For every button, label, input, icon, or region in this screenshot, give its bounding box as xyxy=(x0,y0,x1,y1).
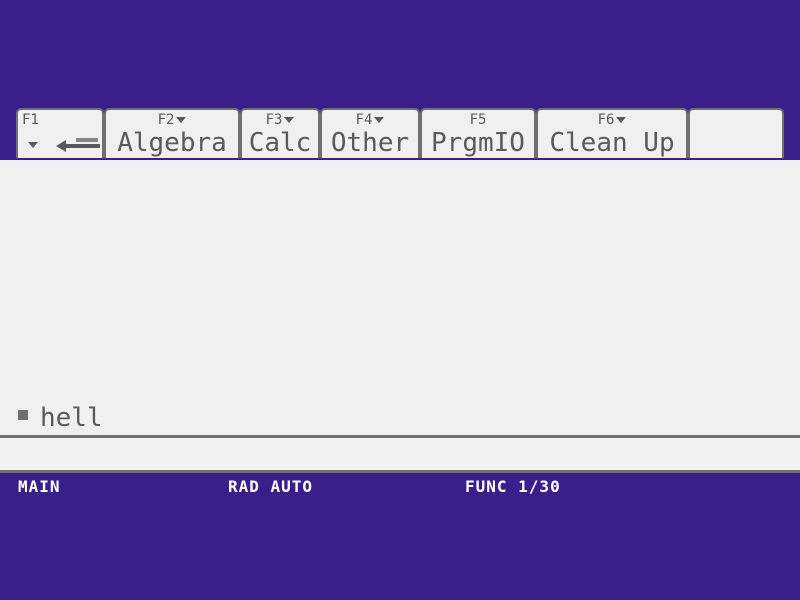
chevron-down-icon xyxy=(28,142,38,148)
history-area: hell xyxy=(0,160,800,437)
history-entry[interactable]: hell xyxy=(18,404,103,432)
f1-icon-row xyxy=(22,132,100,156)
tab-label: Algebra xyxy=(117,128,227,158)
history-input: hell xyxy=(40,403,103,433)
tab-label: Clean Up xyxy=(549,128,675,158)
tab-f4-other[interactable]: F4 Other xyxy=(320,108,420,158)
calculator-screen: F1 F2 Algebra F3 Calc F4 Other F5 PrgmIO xyxy=(0,0,800,600)
status-graph-mode: FUNC 1/30 xyxy=(465,477,561,496)
status-mode: RAD AUTO xyxy=(228,477,314,496)
tab-f2-algebra[interactable]: F2 Algebra xyxy=(104,108,240,158)
bullet-icon xyxy=(18,409,28,420)
status-folder: MAIN xyxy=(18,477,61,496)
tab-fkey: F3 xyxy=(265,112,283,128)
undo-icon xyxy=(56,138,100,152)
chevron-down-icon xyxy=(176,117,187,123)
tab-fkey: F6 xyxy=(597,112,615,128)
tab-f6-clean-up[interactable]: F6 Clean Up xyxy=(536,108,688,158)
tab-fkey: F5 xyxy=(469,112,487,128)
tab-f7-empty[interactable] xyxy=(688,108,784,158)
chevron-down-icon xyxy=(616,117,627,123)
entry-input[interactable] xyxy=(0,438,800,470)
chevron-down-icon xyxy=(284,117,295,123)
tab-f1-tools[interactable]: F1 xyxy=(16,108,104,158)
tab-fkey: F4 xyxy=(355,112,373,128)
tab-label: Other xyxy=(330,128,410,158)
tab-fkey: F2 xyxy=(157,112,175,128)
tab-f3-calc[interactable]: F3 Calc xyxy=(240,108,320,158)
tab-f5-prgmio[interactable]: F5 PrgmIO xyxy=(420,108,536,158)
chevron-down-icon xyxy=(374,117,385,123)
tab-label: PrgmIO xyxy=(431,128,525,158)
tab-fkey: F1 xyxy=(22,112,39,128)
status-bar: MAIN RAD AUTO FUNC 1/30 xyxy=(0,473,800,499)
toolbar: F1 F2 Algebra F3 Calc F4 Other F5 PrgmIO xyxy=(16,108,784,160)
tab-label: Calc xyxy=(248,128,312,158)
entry-line[interactable] xyxy=(0,438,800,470)
